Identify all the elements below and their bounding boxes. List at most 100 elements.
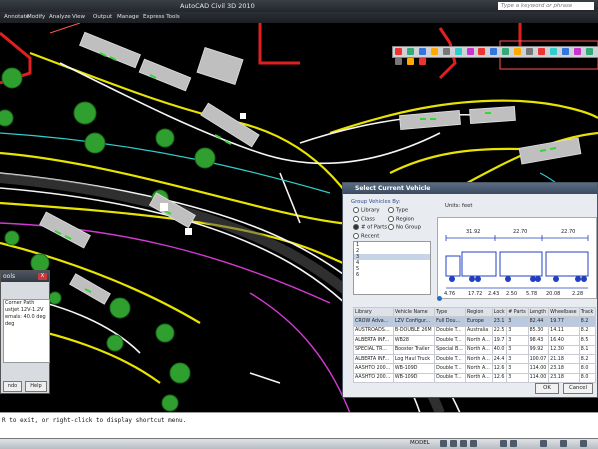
- column-header[interactable]: Library: [353, 306, 394, 318]
- table-cell: ALBERTA INF...: [353, 335, 394, 346]
- menu-express-tools[interactable]: Express Tools: [143, 14, 180, 20]
- group-list[interactable]: 1 2 3 4 5 6: [353, 241, 431, 295]
- status-icon[interactable]: [560, 440, 567, 447]
- radio-no-group[interactable]: No Group: [388, 224, 421, 231]
- tool-icon[interactable]: [418, 48, 426, 55]
- status-icon[interactable]: [540, 440, 547, 447]
- tool-icon[interactable]: [418, 58, 426, 65]
- status-icon[interactable]: [440, 440, 447, 447]
- tool-icon[interactable]: [430, 48, 438, 55]
- ok-button[interactable]: OK: [535, 383, 559, 394]
- table-row[interactable]: ALBERTA INF... Log Haul Truck Double T... N…: [353, 353, 597, 365]
- table-row[interactable]: SPECIAL TR... Booster Trailer Special B...…: [353, 344, 597, 355]
- table-row[interactable]: AASHTO 200... WB-109D Double T... North A..…: [353, 372, 597, 384]
- column-header[interactable]: Type: [434, 306, 467, 318]
- status-icon[interactable]: [470, 440, 477, 447]
- dim-top-1: 31.92: [466, 229, 480, 235]
- model-toggle[interactable]: MODEL: [410, 440, 430, 446]
- info-icon[interactable]: [437, 296, 442, 301]
- tool-icon[interactable]: [561, 48, 569, 55]
- column-header[interactable]: Region: [465, 306, 493, 318]
- table-row[interactable]: AUSTROADS... B-DOUBLE 26M Double T... Austr…: [353, 325, 597, 337]
- tool-icon[interactable]: [406, 48, 414, 55]
- table-row[interactable]: ALBERTA INF... WB28 Double T... North A... 1…: [353, 335, 597, 346]
- table-cell: Full Dou...: [434, 316, 467, 327]
- list-item[interactable]: 6: [354, 272, 430, 278]
- radio-icon: [353, 233, 359, 239]
- radio-label: Region: [396, 216, 415, 223]
- table-row[interactable]: CROW Adva... LZV Configur... Full Dou... Eu…: [353, 316, 597, 327]
- radio-type[interactable]: Type: [388, 207, 408, 214]
- table-cell: 19.77: [548, 316, 580, 327]
- tool-icon[interactable]: [395, 48, 402, 55]
- status-icon[interactable]: [500, 440, 507, 447]
- vehicle-preview: 31.92 22.70 22.70 4.76 17.72 2.43 2.50 5…: [437, 217, 597, 299]
- dim-top-2: 22.70: [513, 229, 527, 235]
- tool-icon[interactable]: [490, 48, 498, 55]
- column-header[interactable]: # Parts: [506, 306, 529, 318]
- tool-icon[interactable]: [466, 48, 474, 55]
- table-cell: North A...: [465, 372, 493, 384]
- tool-icon[interactable]: [502, 48, 510, 55]
- tool-icon[interactable]: [514, 48, 522, 55]
- column-header[interactable]: Track: [578, 306, 597, 318]
- table-cell: Double T...: [434, 353, 467, 365]
- status-icon[interactable]: [510, 440, 517, 447]
- status-icon[interactable]: [450, 440, 457, 447]
- table-cell: 12.6: [491, 372, 508, 384]
- radio-label: No Group: [396, 224, 422, 231]
- radio-library[interactable]: Library: [353, 207, 380, 214]
- menu-view[interactable]: View: [72, 14, 85, 20]
- column-header[interactable]: Lock: [491, 306, 508, 318]
- radio-label: Class: [361, 216, 375, 223]
- menu-output[interactable]: Output: [93, 14, 112, 20]
- tool-icon[interactable]: [573, 48, 581, 55]
- table-cell: 8.0: [578, 363, 597, 374]
- table-cell: 8.1: [578, 344, 597, 355]
- palette-line: ernals: 40.0 deg: [5, 314, 46, 320]
- table-cell: WB-109D: [392, 363, 436, 374]
- table-cell: 22.5: [491, 325, 508, 337]
- radio-parts[interactable]: # of Parts: [353, 224, 387, 231]
- table-cell: North A...: [465, 363, 493, 374]
- dim-bottom-4: 2.50: [506, 291, 517, 297]
- help-button[interactable]: Help: [25, 381, 47, 392]
- status-icon[interactable]: [580, 440, 587, 447]
- table-row[interactable]: AASHTO 200... WB-109D Double T... North A..…: [353, 363, 597, 374]
- tool-icon[interactable]: [454, 48, 462, 55]
- table-cell: North A...: [465, 353, 493, 365]
- radio-label: Library: [361, 207, 380, 214]
- close-icon[interactable]: X: [38, 273, 47, 280]
- tool-icon[interactable]: [395, 58, 402, 65]
- tool-icon[interactable]: [526, 48, 534, 55]
- command-line[interactable]: R to exit, or right-click to display sho…: [0, 412, 598, 439]
- column-header[interactable]: Wheelbase: [548, 306, 580, 318]
- dim-bottom-6: 20.08: [546, 291, 560, 297]
- status-bar: MODEL: [0, 438, 598, 449]
- tool-icon[interactable]: [549, 48, 557, 55]
- radio-class[interactable]: Class: [353, 216, 375, 223]
- cancel-button[interactable]: Cancel: [563, 383, 593, 394]
- status-icon[interactable]: [460, 440, 467, 447]
- tool-icon[interactable]: [478, 48, 486, 55]
- units-label: Units: feet: [445, 203, 473, 209]
- table-cell: Australia: [465, 325, 493, 337]
- menu-analyze[interactable]: Analyze: [49, 14, 71, 20]
- menu-annotate[interactable]: Annotate: [4, 14, 29, 20]
- toolbar-strip: [392, 46, 598, 65]
- undo-button[interactable]: ndo: [3, 381, 22, 392]
- dim-bottom-7: 2.28: [572, 291, 583, 297]
- menu-modify[interactable]: Modify: [27, 14, 45, 20]
- menu-manage[interactable]: Manage: [117, 14, 139, 20]
- column-header[interactable]: Vehicle Name: [392, 306, 436, 318]
- tool-icon[interactable]: [538, 48, 546, 55]
- column-header[interactable]: Length: [527, 306, 550, 318]
- search-input[interactable]: Type a keyword or phrase: [498, 2, 594, 10]
- tool-icon[interactable]: [442, 48, 450, 55]
- table-cell: 12.30: [548, 344, 580, 355]
- dim-bottom-5: 5.78: [526, 291, 537, 297]
- tool-icon[interactable]: [585, 48, 593, 55]
- tool-icon[interactable]: [406, 58, 414, 65]
- radio-recent[interactable]: Recent: [353, 233, 379, 240]
- radio-region[interactable]: Region: [388, 216, 414, 223]
